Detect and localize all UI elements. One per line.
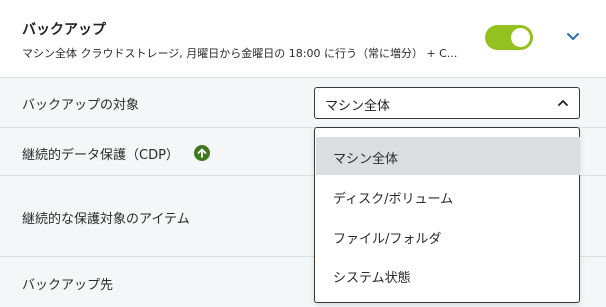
option-files-folders[interactable]: ファイル/フォルダ [316, 217, 580, 255]
backup-target-dropdown: マシン全体 ディスク/ボリューム ファイル/フォルダ システム状態 [314, 127, 580, 303]
destination-label: バックアップ先 [22, 278, 114, 293]
protected-items-label: 継続的な保護対象のアイテム [22, 212, 190, 227]
option-label: ファイル/フォルダ [333, 232, 442, 247]
select-value: マシン全体 [325, 99, 391, 114]
option-label: ディスク/ボリューム [333, 192, 454, 207]
upgrade-arrow-icon[interactable] [194, 145, 210, 161]
backup-toggle[interactable] [485, 25, 533, 50]
toggle-knob [511, 28, 530, 47]
option-label: マシン全体 [333, 152, 399, 167]
backup-summary: マシン全体 クラウドストレージ, 月曜日から金曜日の 18:00 に行う（常に増… [22, 47, 458, 60]
section-title: バックアップ [22, 22, 106, 38]
option-system-state[interactable]: システム状態 [316, 256, 580, 294]
backup-target-label: バックアップの対象 [22, 98, 140, 113]
backup-section-header: バックアップ マシン全体 クラウドストレージ, 月曜日から金曜日の 18:00 … [0, 0, 606, 78]
chevron-down-icon[interactable] [565, 31, 581, 43]
option-label: システム状態 [333, 271, 411, 286]
cdp-label: 継続的データ保護（CDP） [22, 148, 179, 163]
chevron-up-icon [558, 100, 568, 106]
option-entire-machine[interactable]: マシン全体 [316, 137, 580, 175]
backup-target-select[interactable]: マシン全体 [314, 87, 580, 119]
option-disks-volumes[interactable]: ディスク/ボリューム [316, 177, 580, 215]
